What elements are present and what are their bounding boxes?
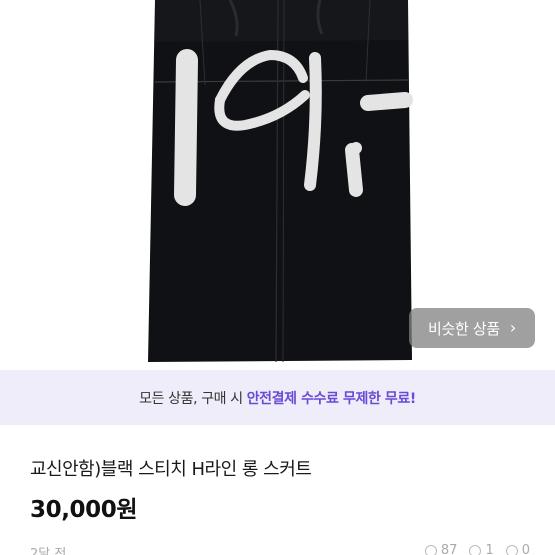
views-count: 87 bbox=[440, 543, 458, 555]
chats-stat: 0 bbox=[505, 543, 530, 555]
chat-icon bbox=[505, 544, 518, 555]
safe-payment-banner[interactable]: 모든 상품, 구매 시 안전결제 수수료 무제한 무료! bbox=[0, 370, 555, 425]
chevron-right-icon: › bbox=[509, 318, 517, 337]
heart-icon bbox=[469, 544, 482, 555]
banner-highlight-text: 안전결제 수수료 무제한 무료! bbox=[246, 390, 417, 407]
product-photo[interactable]: 비슷한 상품 › bbox=[0, 0, 555, 370]
similar-products-button[interactable]: 비슷한 상품 › bbox=[409, 308, 535, 348]
posted-time: 2달 전 bbox=[30, 547, 67, 555]
chats-count: 0 bbox=[521, 543, 530, 555]
likes-stat: 1 bbox=[469, 543, 494, 555]
views-stat: 87 bbox=[424, 543, 458, 555]
likes-count: 1 bbox=[485, 543, 494, 555]
product-stats: 87 1 0 bbox=[424, 543, 530, 555]
product-price: 30,000원 bbox=[30, 497, 138, 523]
product-meta: 2달 전 87 1 0 bbox=[30, 543, 530, 555]
eye-icon bbox=[424, 544, 437, 555]
banner-prefix-text: 모든 상품, 구매 시 bbox=[139, 390, 243, 407]
similar-products-label: 비슷한 상품 bbox=[427, 319, 500, 338]
product-title: 교신안함)블랙 스티치 H라인 롱 스커트 bbox=[30, 459, 312, 480]
